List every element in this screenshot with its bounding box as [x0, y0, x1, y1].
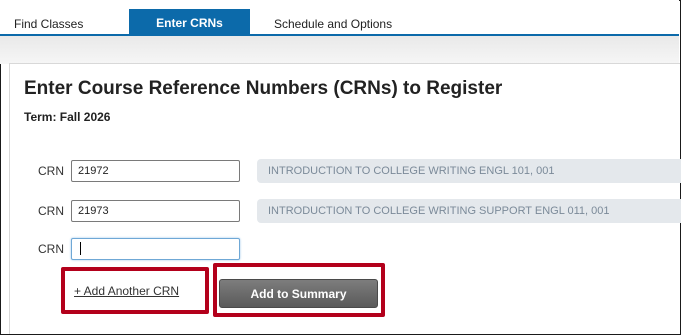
crn-label-1: CRN — [38, 164, 64, 178]
tab-find-classes[interactable]: Find Classes — [14, 14, 83, 34]
crn-label-2: CRN — [38, 204, 64, 218]
tab-bar: Find Classes Enter CRNs Schedule and Opt… — [0, 0, 679, 36]
crn-input-3[interactable] — [71, 238, 240, 260]
term-label: Term: Fall 2026 — [24, 110, 111, 124]
panel-header-shade — [0, 36, 679, 64]
tab-enter-crns[interactable]: Enter CRNs — [129, 9, 250, 36]
crn-input-1[interactable] — [71, 160, 240, 182]
course-title-2: INTRODUCTION TO COLLEGE WRITING SUPPORT … — [257, 199, 681, 223]
course-title-1: INTRODUCTION TO COLLEGE WRITING ENGL 101… — [257, 159, 681, 183]
highlight-box-add-crn — [61, 267, 209, 314]
crn-label-3: CRN — [38, 242, 64, 256]
tab-schedule-and-options[interactable]: Schedule and Options — [274, 14, 392, 34]
text-caret — [80, 242, 81, 255]
highlight-box-add-summary — [213, 263, 385, 317]
page-title: Enter Course Reference Numbers (CRNs) to… — [24, 78, 503, 99]
crn-input-2[interactable] — [71, 200, 240, 222]
